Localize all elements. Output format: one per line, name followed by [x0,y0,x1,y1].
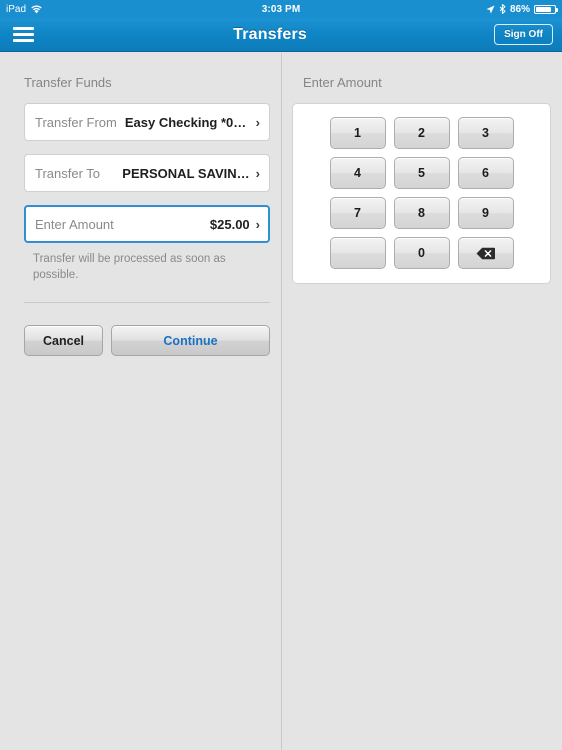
bluetooth-icon [499,4,506,14]
key-2[interactable]: 2 [393,117,450,149]
continue-button[interactable]: Continue [111,325,270,357]
keypad-panel: Enter Amount 1 2 3 4 5 6 7 8 9 0 [283,53,562,750]
transfer-from-row[interactable]: Transfer From Easy Checking *0132 › [24,103,270,141]
status-bar-time: 3:03 PM [261,3,301,15]
transfer-processing-hint: Transfer will be processed as soon as po… [33,253,226,281]
form-divider [24,302,270,304]
sign-off-button[interactable]: Sign Off [494,24,553,45]
chevron-right-icon: › [255,114,260,130]
transfer-to-label: Transfer To [35,165,101,181]
enter-amount-value: $25.00 [209,216,250,232]
chevron-right-icon: › [255,216,260,232]
key-4[interactable]: 4 [329,157,386,189]
transfer-to-row[interactable]: Transfer To PERSONAL SAVIN… › [24,154,270,192]
key-8[interactable]: 8 [393,197,450,229]
keypad-card: 1 2 3 4 5 6 7 8 9 0 [292,103,551,284]
transfer-form-panel: Transfer Funds Transfer From Easy Checki… [0,53,282,750]
location-arrow-icon [486,4,495,14]
battery-percent-label: 86% [509,3,530,15]
page-title: Transfers [233,25,307,43]
status-bar-right: 86% [436,4,562,15]
chevron-right-icon: › [255,165,260,181]
transfer-to-value: PERSONAL SAVIN… [122,165,250,181]
transfer-funds-heading: Transfer Funds [24,75,112,90]
key-7[interactable]: 7 [329,197,386,229]
transfer-from-value: Easy Checking *0132 [124,114,250,130]
enter-amount-heading: Enter Amount [303,75,382,90]
key-9[interactable]: 9 [457,197,514,229]
navigation-bar: Transfers Sign Off [0,18,562,52]
key-5[interactable]: 5 [393,157,450,189]
key-backspace[interactable] [457,237,514,269]
battery-icon [534,4,558,14]
transfer-from-label: Transfer From [35,114,117,130]
status-bar-left: iPad [0,4,126,15]
key-3[interactable]: 3 [457,117,514,149]
backspace-icon [476,247,495,260]
device-name: iPad [6,3,27,15]
cancel-button[interactable]: Cancel [24,325,103,357]
transfer-fields-list: Transfer From Easy Checking *0132 › Tran… [0,103,281,243]
hamburger-menu-icon[interactable] [0,18,46,52]
keypad-grid: 1 2 3 4 5 6 7 8 9 0 [293,117,550,269]
content-area: Transfer Funds Transfer From Easy Checki… [0,53,562,750]
key-blank [329,237,386,269]
key-0[interactable]: 0 [393,237,450,269]
wifi-icon [31,5,42,14]
app-root: iPad 3:03 PM 86% Transfers Sign Off Tran… [0,0,562,750]
key-6[interactable]: 6 [457,157,514,189]
enter-amount-row[interactable]: Enter Amount $25.00 › [24,205,270,243]
enter-amount-label: Enter Amount [35,216,114,232]
form-actions: Cancel Continue [24,325,270,357]
status-bar: iPad 3:03 PM 86% [0,0,562,18]
key-1[interactable]: 1 [329,117,386,149]
